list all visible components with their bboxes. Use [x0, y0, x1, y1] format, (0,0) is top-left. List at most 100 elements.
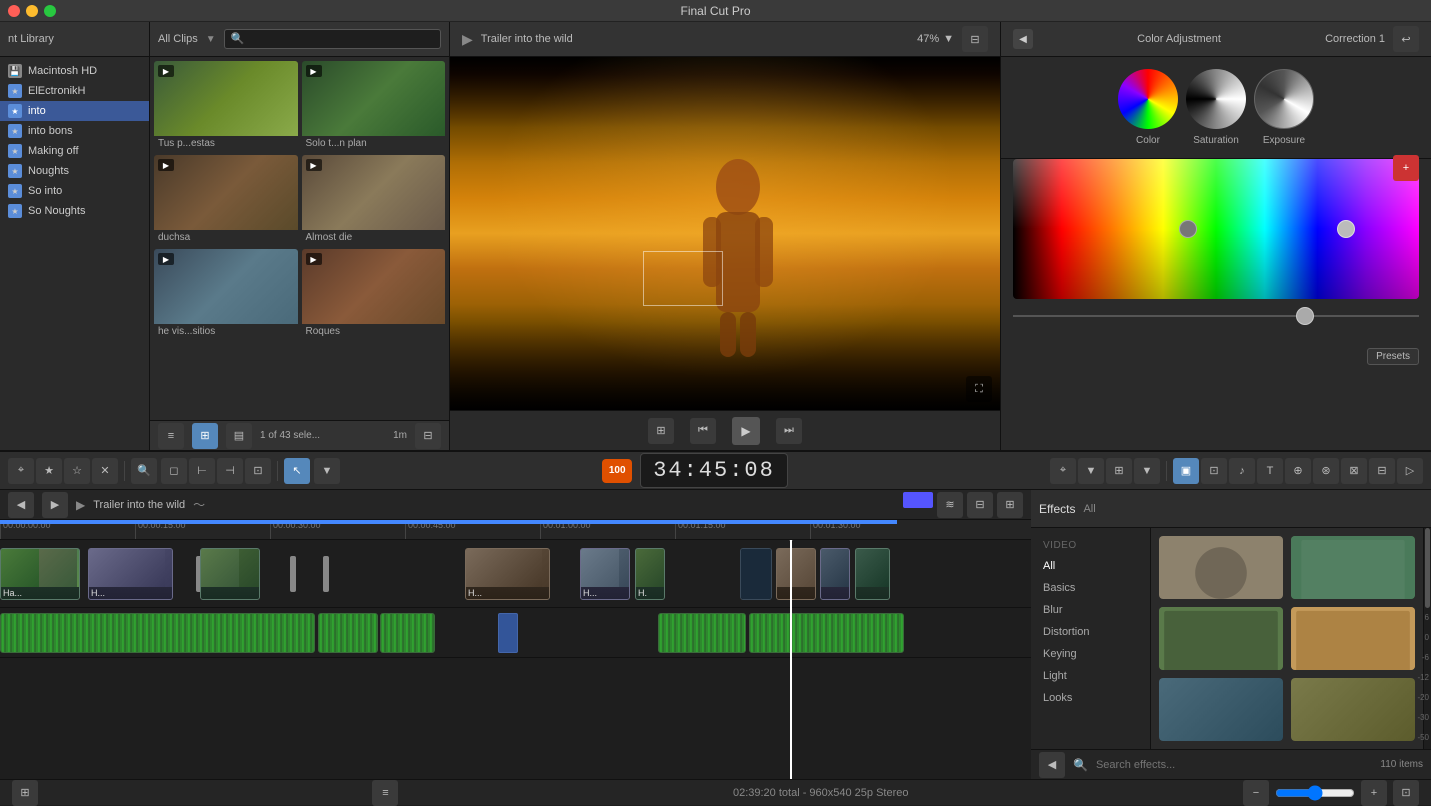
- zoom-button[interactable]: 🔍: [131, 458, 157, 484]
- select-dropdown[interactable]: ▼: [314, 458, 340, 484]
- library-view-button[interactable]: ⊞: [12, 780, 38, 806]
- go-to-start-button[interactable]: ⏮: [690, 418, 716, 444]
- effects-cat-looks[interactable]: Looks: [1031, 687, 1150, 709]
- effects-search-input[interactable]: [1096, 756, 1256, 774]
- exposure-control[interactable]: Exposure: [1254, 69, 1314, 146]
- audio-clip[interactable]: ⊞Volcano choir: [749, 613, 904, 653]
- list-item[interactable]: ▶ he vis...sitios: [154, 249, 298, 339]
- timeline-clip[interactable]: H...: [88, 548, 173, 600]
- sidebar-item-so-into[interactable]: ★ So into: [0, 181, 149, 201]
- effects-back-button[interactable]: ◀: [1039, 752, 1065, 778]
- timeline-clip[interactable]: [855, 548, 890, 600]
- timeline-clip[interactable]: [820, 548, 850, 600]
- effect-item-5[interactable]: ...: [1159, 678, 1283, 741]
- zoom-to-fit[interactable]: ⊞: [997, 492, 1023, 518]
- effects-button[interactable]: ⊛: [1313, 458, 1339, 484]
- list-item[interactable]: ▶ Solo t...n plan: [302, 61, 446, 151]
- browser-search-input[interactable]: [224, 29, 441, 49]
- list-item[interactable]: ▶ Almost die: [302, 155, 446, 245]
- audio-clip[interactable]: ⊞LLocs: [658, 613, 746, 653]
- sidebar-item-electronikh[interactable]: ★ ElEctronikH: [0, 81, 149, 101]
- position-button[interactable]: ⊣: [217, 458, 243, 484]
- snap-button[interactable]: ⌖: [8, 458, 34, 484]
- title-button[interactable]: T: [1257, 458, 1283, 484]
- color-wheel-control[interactable]: Color: [1118, 69, 1178, 146]
- transitions-button[interactable]: ⊠: [1341, 458, 1367, 484]
- transform-dropdown[interactable]: ▼: [1078, 458, 1104, 484]
- music-button[interactable]: ♪: [1229, 458, 1255, 484]
- timeline-clip[interactable]: H...: [580, 548, 630, 600]
- reject-button[interactable]: ✕: [92, 458, 118, 484]
- title-clip[interactable]: [498, 613, 518, 653]
- effect-item-aged-film[interactable]: Aged Film: [1159, 607, 1283, 670]
- list-view-button[interactable]: ≡: [158, 423, 184, 449]
- go-to-end-button[interactable]: ⏭: [776, 418, 802, 444]
- effect-item-50s-tv[interactable]: 50s TV: [1159, 536, 1283, 599]
- photo-button[interactable]: ⊡: [1201, 458, 1227, 484]
- preview-settings-btn[interactable]: ⊞: [648, 418, 674, 444]
- more-button[interactable]: ▷: [1397, 458, 1423, 484]
- layout-button[interactable]: ⊟: [1369, 458, 1395, 484]
- gradient-handle-1[interactable]: [1179, 220, 1197, 238]
- effect-item-add-noise[interactable]: Add Noise: [1291, 536, 1415, 599]
- zoom-out-button[interactable]: −: [1243, 780, 1269, 806]
- sidebar-item-into-bons[interactable]: ★ into bons: [0, 121, 149, 141]
- effects-cat-all[interactable]: All: [1031, 555, 1150, 577]
- filmstrip-button[interactable]: ▤: [226, 423, 252, 449]
- generator-button[interactable]: ⊕: [1285, 458, 1311, 484]
- color-nav-back[interactable]: ◀: [1013, 29, 1033, 49]
- timeline-clip[interactable]: Ha...: [0, 548, 80, 600]
- waveform-button[interactable]: ≋: [937, 492, 963, 518]
- timeline-clip[interactable]: [200, 548, 260, 600]
- sidebar-item-making-off[interactable]: ★ Making off: [0, 141, 149, 161]
- zoom-slider[interactable]: [1275, 785, 1355, 801]
- timeline-clip[interactable]: H...: [465, 548, 550, 600]
- connect-button[interactable]: ⊞: [1106, 458, 1132, 484]
- timeline-clip[interactable]: [740, 548, 772, 600]
- gradient-handle-2[interactable]: [1337, 220, 1355, 238]
- effects-cat-distortion[interactable]: Distortion: [1031, 621, 1150, 643]
- timeline-options[interactable]: ⊟: [967, 492, 993, 518]
- effects-cat-light[interactable]: Light: [1031, 665, 1150, 687]
- audio-clip[interactable]: V...: [380, 613, 435, 653]
- list-item[interactable]: ▶ Tus p...estas: [154, 61, 298, 151]
- effects-cat-keying[interactable]: Keying: [1031, 643, 1150, 665]
- transform-button[interactable]: ⌖: [1050, 458, 1076, 484]
- color-dot-handle[interactable]: [1296, 307, 1314, 325]
- audio-clip[interactable]: V...: [318, 613, 378, 653]
- play-pause-button[interactable]: ▶: [42, 492, 68, 518]
- grid-view-button[interactable]: ⊞: [192, 423, 218, 449]
- audio-clip[interactable]: 6952...: [0, 613, 315, 653]
- unfavorite-button[interactable]: ☆: [64, 458, 90, 484]
- sidebar-item-noughts[interactable]: ★ Noughts: [0, 161, 149, 181]
- play-button[interactable]: ▶: [732, 417, 760, 445]
- effects-cat-basics[interactable]: Basics: [1031, 577, 1150, 599]
- saturation-control[interactable]: Saturation: [1186, 69, 1246, 146]
- blade-button[interactable]: ◻: [161, 458, 187, 484]
- minimize-button[interactable]: [26, 5, 38, 17]
- trim-button[interactable]: ⊢: [189, 458, 215, 484]
- zoom-in-button[interactable]: +: [1361, 780, 1387, 806]
- connect-dropdown[interactable]: ▼: [1134, 458, 1160, 484]
- effects-cat-blur[interactable]: Blur: [1031, 599, 1150, 621]
- effect-item-6[interactable]: ...: [1291, 678, 1415, 741]
- timeline-clip[interactable]: [776, 548, 816, 600]
- effects-scrollbar[interactable]: 6 0 -6 -12 -20 -30 -50: [1423, 528, 1431, 749]
- timeline-clip[interactable]: H.: [635, 548, 665, 600]
- video-button[interactable]: ▣: [1173, 458, 1199, 484]
- fullscreen-button[interactable]: ⛶: [966, 376, 992, 402]
- favorite-button[interactable]: ★: [36, 458, 62, 484]
- clips-settings-button[interactable]: ⊟: [415, 423, 441, 449]
- scrollbar-thumb[interactable]: [1425, 528, 1430, 608]
- sidebar-item-into[interactable]: ★ into: [0, 101, 149, 121]
- collapse-button[interactable]: ◀: [8, 492, 34, 518]
- timeline-view-button[interactable]: ≡: [372, 780, 398, 806]
- presets-button[interactable]: Presets: [1367, 348, 1419, 365]
- list-item[interactable]: ▶ duchsa: [154, 155, 298, 245]
- select-tool-button[interactable]: ↖: [284, 458, 310, 484]
- close-button[interactable]: [8, 5, 20, 17]
- maximize-button[interactable]: [44, 5, 56, 17]
- preview-settings-button[interactable]: ⊟: [962, 26, 988, 52]
- color-undo-button[interactable]: ↩: [1393, 26, 1419, 52]
- effect-item-aged-paper[interactable]: Aged Paper: [1291, 607, 1415, 670]
